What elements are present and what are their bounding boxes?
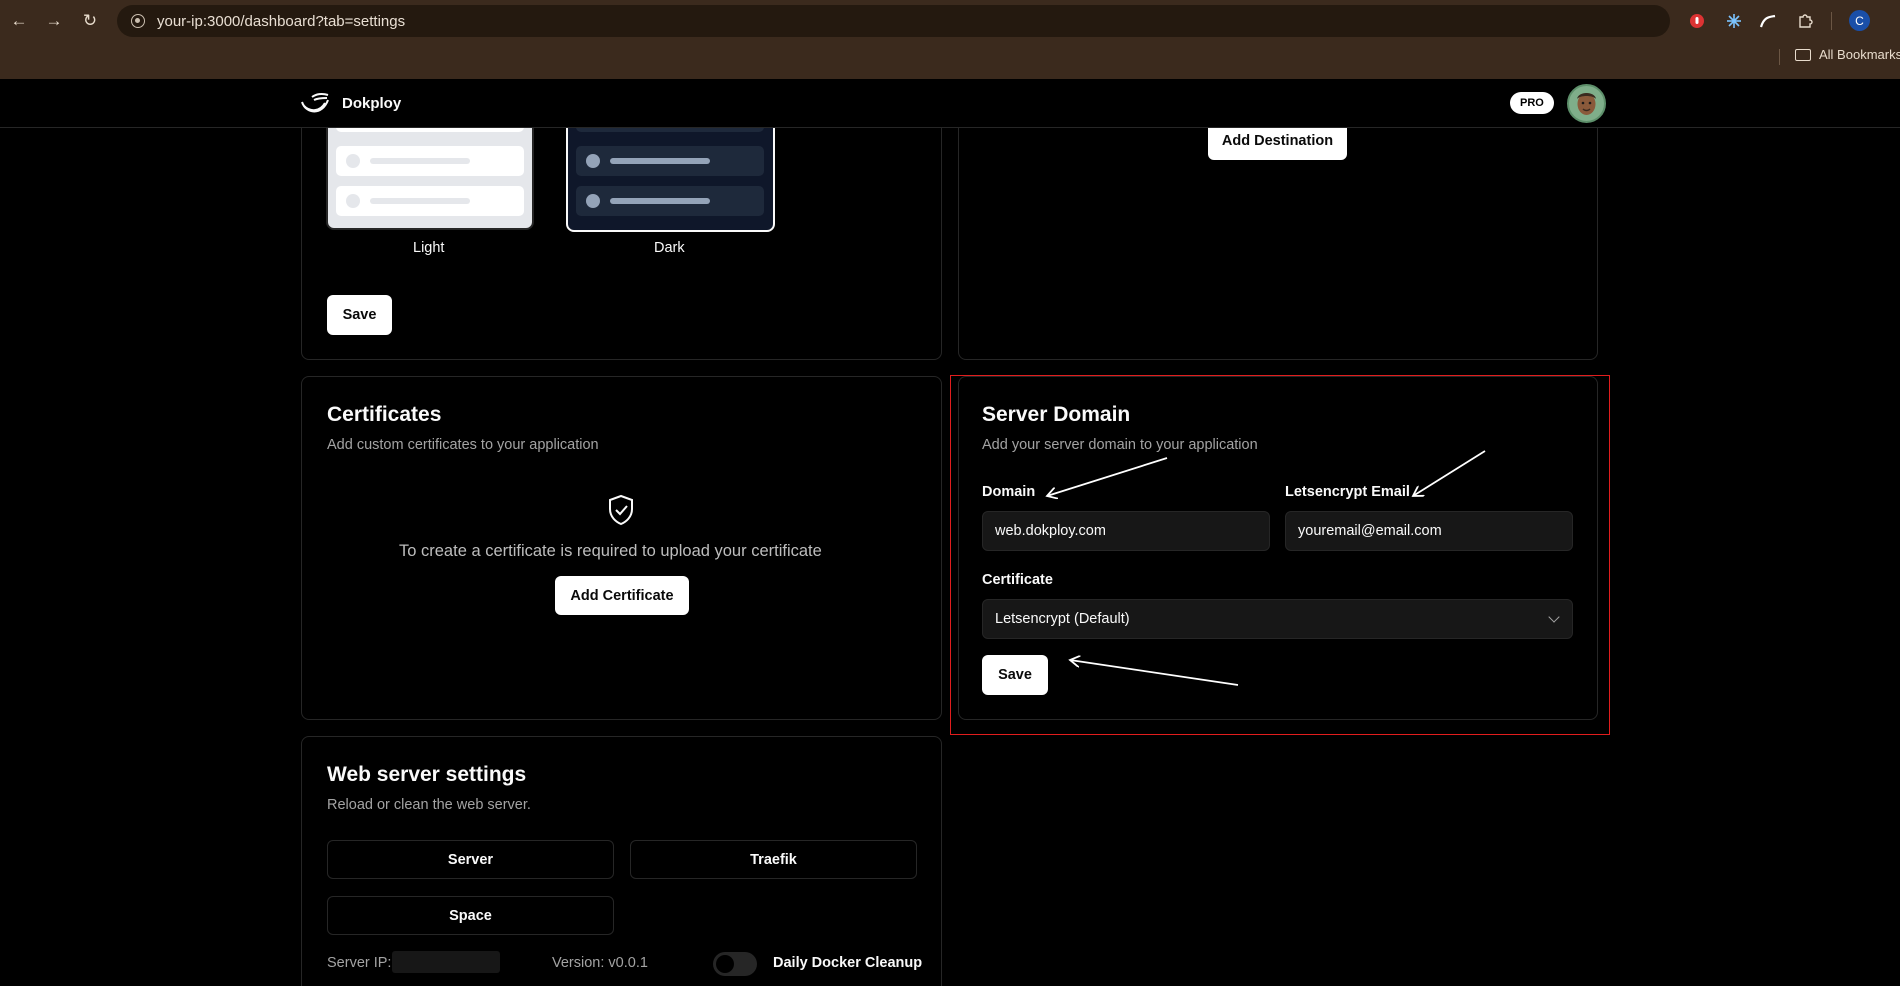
theme-label-light: Light [413, 240, 445, 256]
certificates-title: Certificates [327, 403, 442, 426]
add-certificate-button[interactable]: Add Certificate [555, 576, 689, 615]
bookmarks-divider [1779, 49, 1780, 65]
server-ip-redacted [392, 951, 500, 973]
appearance-save-button[interactable]: Save [327, 295, 392, 335]
certificate-label: Certificate [982, 572, 1053, 588]
daily-docker-cleanup-toggle[interactable] [713, 952, 757, 976]
dokploy-logo-icon[interactable] [298, 90, 332, 118]
server-button[interactable]: Server [327, 840, 614, 879]
forward-icon[interactable]: → [41, 8, 67, 34]
letsencrypt-email-label: Letsencrypt Email [1285, 484, 1410, 500]
app-header: Dokploy PRO [0, 79, 1900, 128]
browser-toolbar: ← → ↻ your-ip:3000/dashboard?tab=setting… [0, 0, 1900, 79]
address-bar[interactable]: your-ip:3000/dashboard?tab=settings [117, 5, 1670, 37]
url-text: your-ip:3000/dashboard?tab=settings [157, 12, 406, 30]
reload-icon[interactable]: ↻ [77, 8, 103, 34]
extension-sparkle-icon[interactable] [1723, 10, 1745, 32]
bookmarks-label: All Bookmarks [1819, 47, 1900, 62]
server-domain-title: Server Domain [982, 403, 1131, 426]
extension-curve-icon[interactable] [1757, 10, 1779, 32]
certificate-select-value: Letsencrypt (Default) [995, 611, 1130, 627]
theme-option-dark[interactable] [566, 110, 775, 232]
pro-badge: PRO [1510, 92, 1554, 114]
certificates-empty-text: To create a certificate is required to u… [399, 542, 822, 560]
version-text: Version: v0.0.1 [552, 955, 648, 971]
shield-check-icon [609, 494, 633, 526]
theme-label-dark: Dark [654, 240, 685, 256]
extensions-puzzle-icon[interactable] [1794, 10, 1816, 32]
traefik-button[interactable]: Traefik [630, 840, 917, 879]
daily-docker-cleanup-label: Daily Docker Cleanup [773, 955, 923, 971]
server-ip-label: Server IP: [327, 955, 392, 971]
web-server-description: Reload or clean the web server. [327, 797, 531, 813]
annotation-arrows [0, 450, 1486, 686]
all-bookmarks[interactable]: All Bookmarks [1795, 47, 1900, 62]
site-info-icon[interactable] [131, 14, 145, 28]
certificate-select[interactable]: Letsencrypt (Default) [982, 599, 1573, 639]
domain-label: Domain [982, 484, 1036, 500]
brand-name: Dokploy [342, 95, 402, 112]
back-icon[interactable]: ← [6, 8, 32, 34]
profile-avatar[interactable]: C [1849, 10, 1870, 31]
server-domain-description: Add your server domain to your applicati… [982, 437, 1258, 453]
extension-red-icon[interactable] [1686, 10, 1708, 32]
theme-option-light[interactable] [326, 110, 534, 230]
domain-input[interactable] [982, 511, 1270, 551]
chevron-down-icon [1548, 611, 1560, 623]
letsencrypt-email-input[interactable] [1285, 511, 1573, 551]
space-button[interactable]: Space [327, 896, 614, 935]
web-server-title: Web server settings [327, 763, 527, 786]
user-avatar[interactable] [1567, 84, 1606, 123]
certificates-description: Add custom certificates to your applicat… [327, 437, 599, 453]
server-domain-save-button[interactable]: Save [982, 655, 1048, 695]
toolbar-divider [1831, 12, 1832, 30]
folder-icon [1795, 48, 1811, 61]
